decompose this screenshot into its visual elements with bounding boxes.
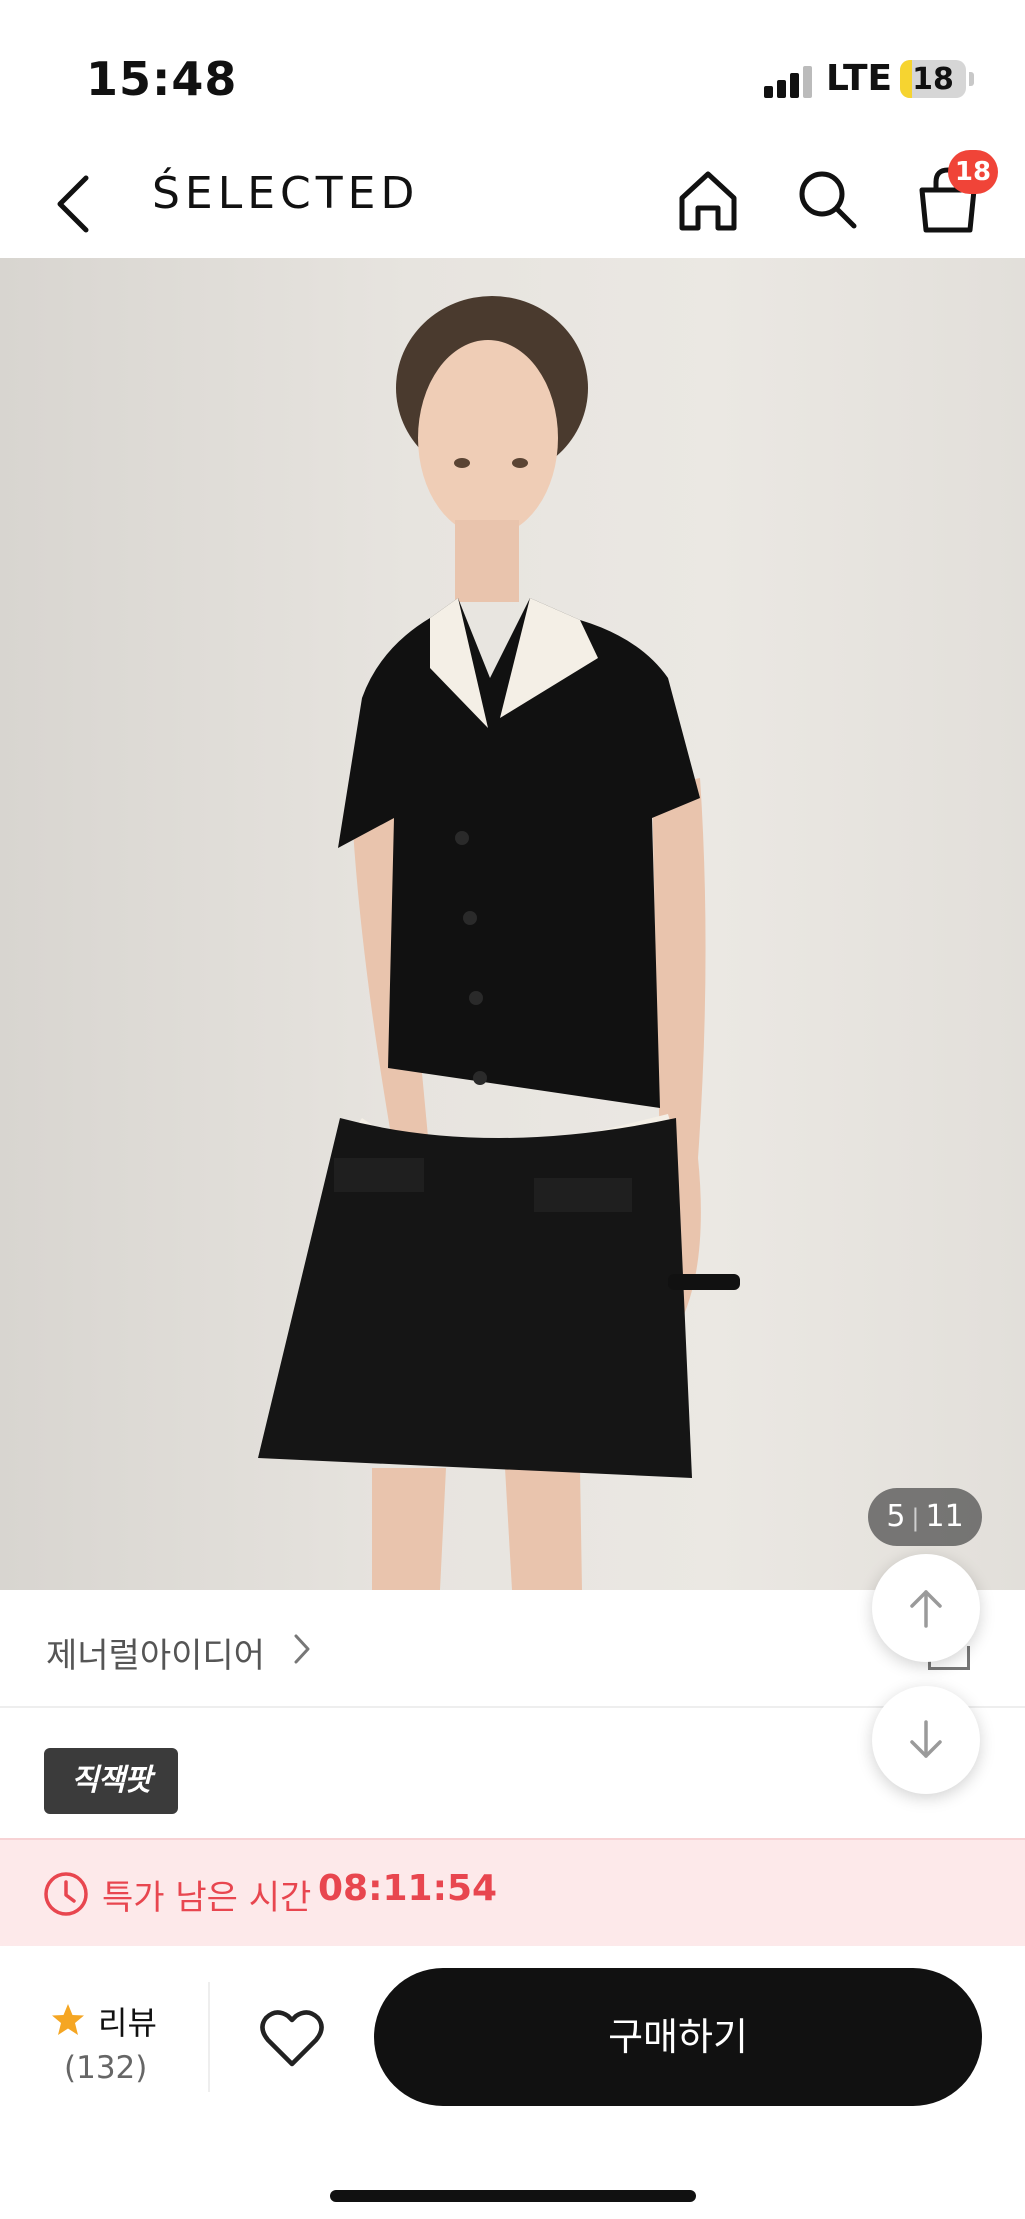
review-count: (132) [64, 2050, 148, 2086]
cellular-signal-icon [764, 64, 816, 98]
status-time: 15:48 [86, 52, 238, 106]
back-icon [57, 175, 89, 233]
divider [208, 1982, 210, 2092]
status-bar: 15:48 LTE 18 [0, 0, 1025, 150]
home-indicator [330, 2190, 696, 2202]
brand-logo[interactable]: ŚELECTED [152, 168, 419, 219]
deal-badge: 직잭팟 [44, 1748, 178, 1814]
back-button[interactable] [40, 164, 110, 244]
brand-store-link[interactable]: 제너럴아이디어 [46, 1628, 265, 1677]
home-icon [679, 171, 737, 231]
image-counter-current: 5 [886, 1499, 906, 1534]
star-icon [52, 2004, 84, 2035]
buy-button[interactable]: 구매하기 [374, 1968, 982, 2106]
image-counter-total: 11 [925, 1499, 964, 1534]
battery-level: 18 [912, 62, 954, 97]
scroll-up-button[interactable] [872, 1554, 980, 1662]
badge-row: 직잭팟 [0, 1710, 1025, 1840]
chevron-right-icon [294, 1634, 310, 1664]
review-label: 리뷰 [98, 2004, 157, 2042]
wishlist-button[interactable] [256, 2002, 328, 2074]
battery-icon: 18 [900, 60, 966, 98]
image-counter: 5 | 11 [868, 1488, 982, 1546]
timer-value: 08:11:54 [318, 1868, 498, 1909]
search-button[interactable] [788, 160, 868, 240]
model-photo [258, 296, 740, 1590]
search-icon [799, 171, 857, 229]
deal-timer-banner: 특가 남은 시간 08:11:54 [0, 1838, 1025, 1946]
heart-icon [260, 2010, 324, 2067]
timer-label: 특가 남은 시간 [102, 1878, 312, 1918]
top-navigation: ŚELECTED [0, 150, 1025, 258]
clock-icon [44, 1872, 88, 1916]
bottom-action-bar: 리뷰 (132) 구매하기 [0, 1946, 1025, 2219]
battery-tip [969, 72, 974, 86]
arrow-up-icon [910, 1590, 942, 1628]
cart-count-badge: 18 [948, 150, 998, 194]
product-image[interactable] [0, 258, 1025, 1590]
network-type: LTE [826, 58, 893, 99]
home-button[interactable] [668, 160, 748, 240]
